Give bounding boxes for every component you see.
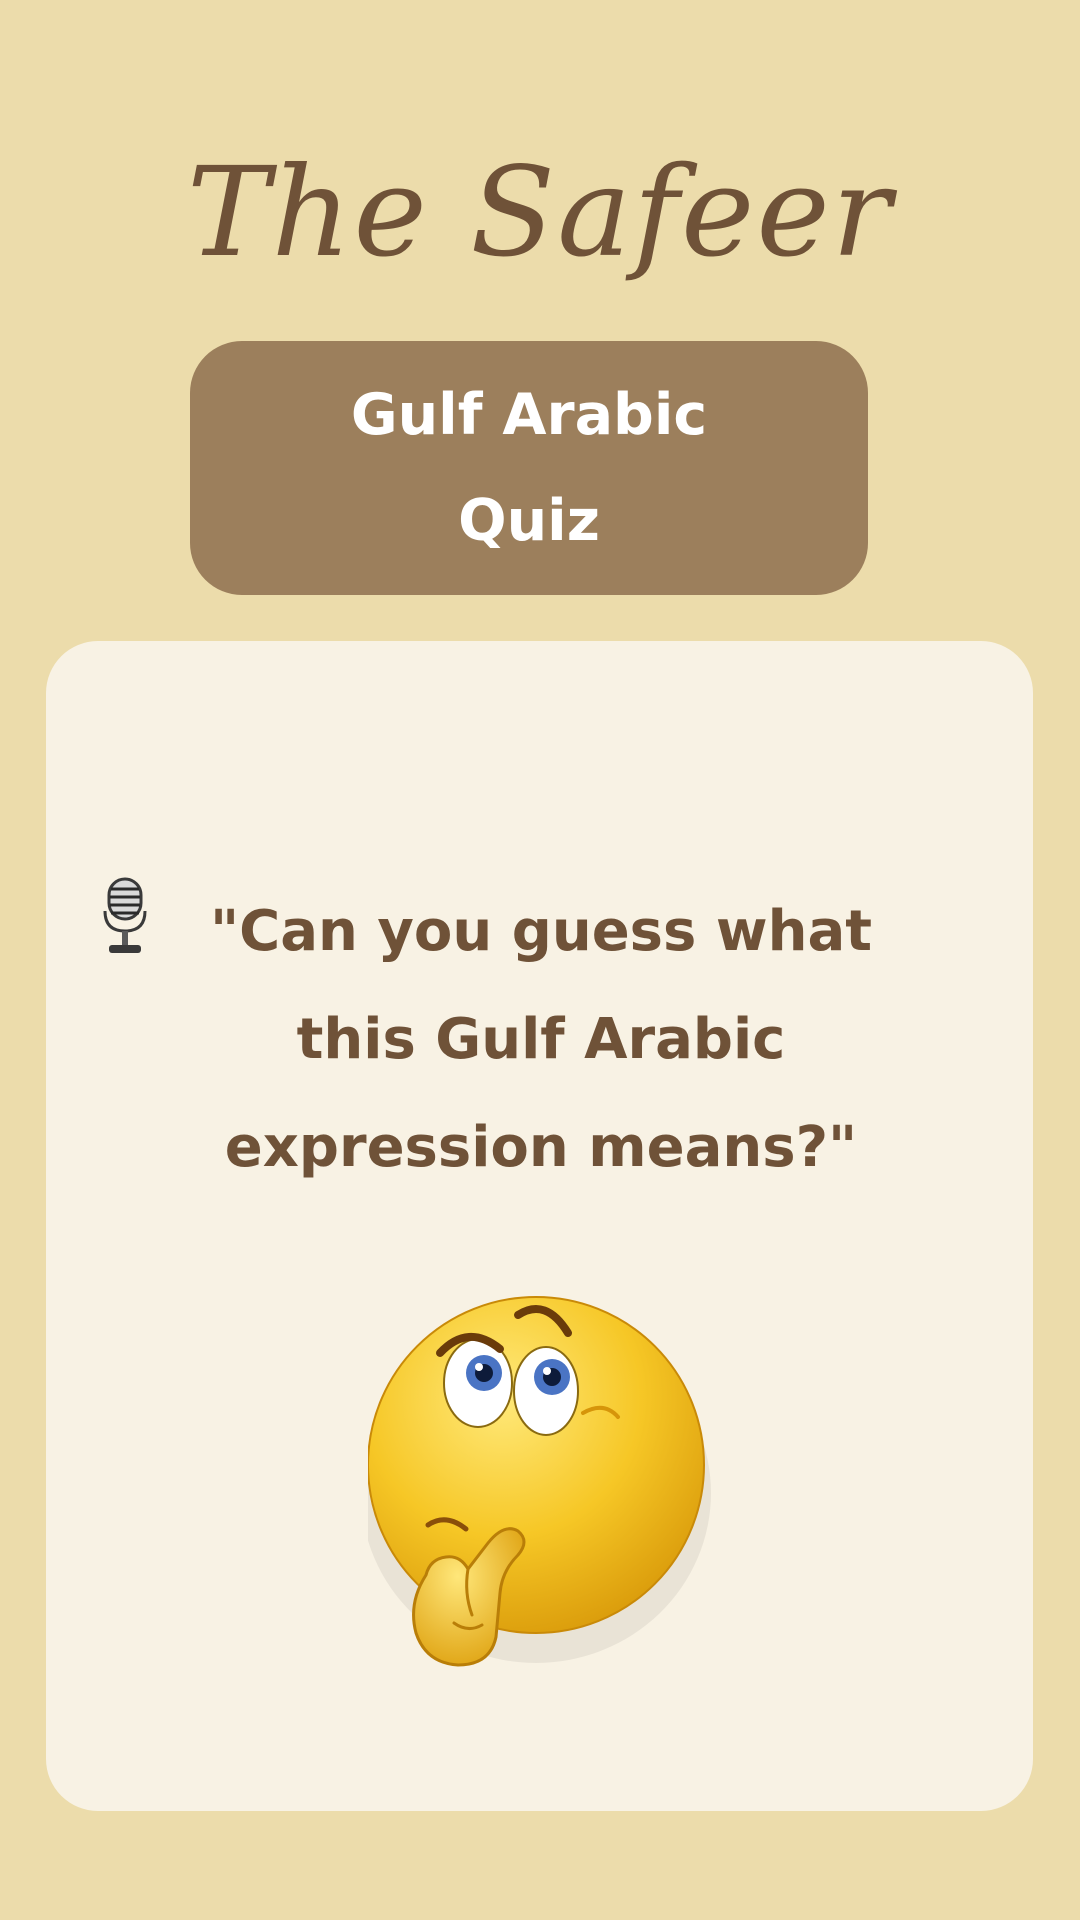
- question-text: "Can you guess what this Gulf Arabic exp…: [209, 899, 873, 1180]
- brand-title: The Safeer: [186, 141, 894, 285]
- quiz-banner-label: Gulf Arabic Quiz: [350, 382, 708, 554]
- thinking-face-emoji: [368, 1296, 711, 1667]
- quiz-banner: Gulf Arabic Quiz: [190, 341, 868, 595]
- question-card: "Can you guess what this Gulf Arabic exp…: [46, 641, 1033, 1811]
